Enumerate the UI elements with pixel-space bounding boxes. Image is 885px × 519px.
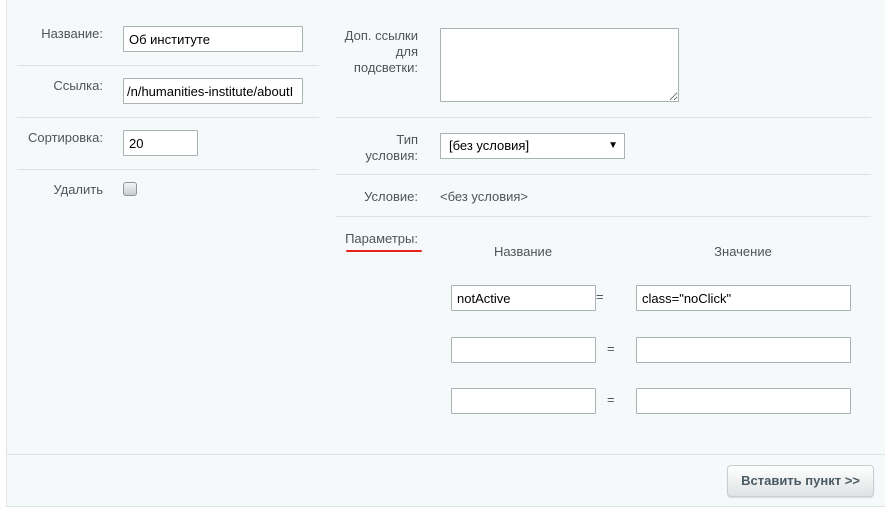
link-label: Ссылка: [53,78,103,93]
name-input[interactable] [123,26,303,52]
divider [336,117,871,118]
params-col-value-header: Значение [714,244,772,259]
form-footer: Вставить пункт >> [6,455,885,507]
extra-links-textarea[interactable] [440,28,679,102]
condition-type-label: Тип условия: [365,132,418,163]
divider [17,65,319,66]
condition-type-selected: [без условия] [449,138,530,153]
condition-label: Условие: [364,189,418,204]
params-col-name-header: Название [493,244,553,259]
sort-label: Сортировка: [28,130,103,145]
annotation-underline [346,250,422,252]
extra-links-label: Доп. ссылки для подсветки: [344,28,418,75]
delete-checkbox[interactable] [123,182,137,196]
param-name-input[interactable] [451,388,596,414]
param-name-input[interactable] [451,337,596,363]
divider [17,117,319,118]
insert-item-button[interactable]: Вставить пункт >> [727,465,874,497]
param-equals-sign: = [607,392,615,407]
param-name-input[interactable] [451,285,596,311]
divider [17,169,319,170]
param-value-input[interactable] [636,285,851,311]
triangle-down-icon: ▼ [608,140,618,151]
divider [336,174,871,175]
param-value-input[interactable] [636,337,851,363]
condition-value: <без условия> [440,189,529,204]
sort-input[interactable] [123,130,198,156]
name-label: Название: [41,26,103,41]
menu-item-edit-panel: Название: Ссылка: Сортировка: Удалить До… [6,0,885,455]
params-label: Параметры: [345,231,418,246]
param-equals-sign: = [607,341,615,356]
delete-label: Удалить [53,182,103,197]
condition-type-select[interactable]: [без условия] ▼ [440,133,625,159]
link-input[interactable] [123,78,303,104]
param-value-input[interactable] [636,388,851,414]
divider [336,216,871,217]
param-equals-sign: = [596,289,604,304]
